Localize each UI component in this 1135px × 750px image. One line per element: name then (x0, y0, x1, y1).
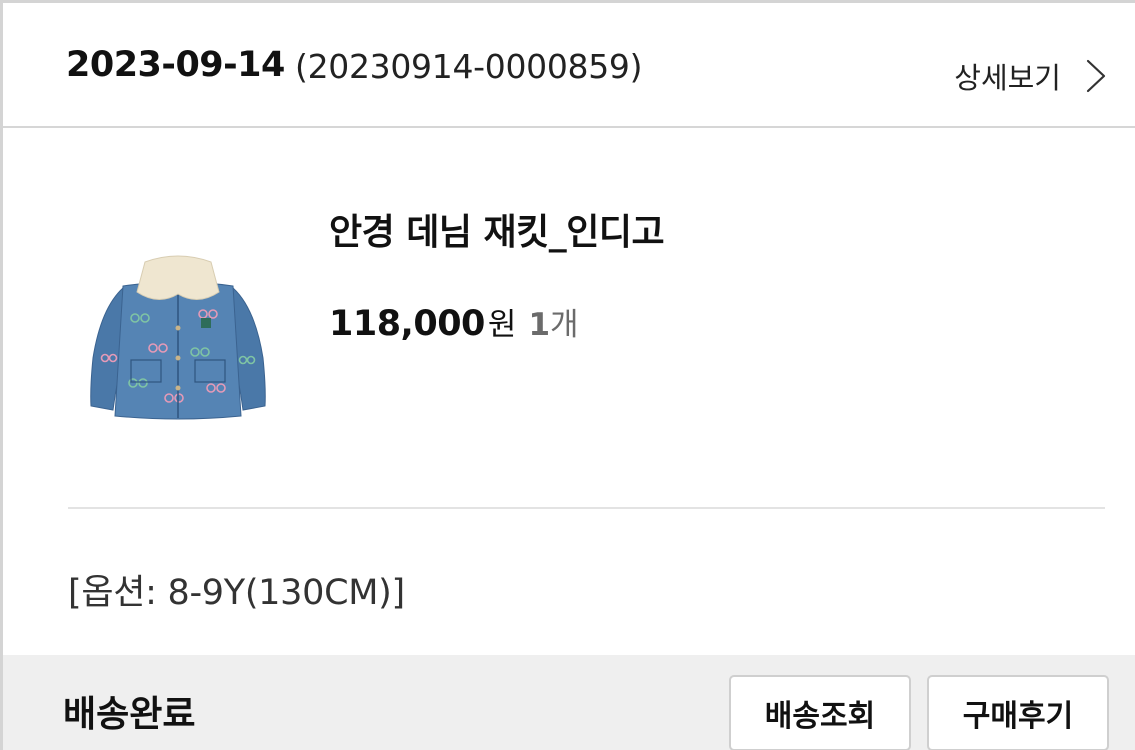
track-delivery-button[interactable]: 배송조회 (729, 675, 911, 750)
price-quantity: 118,000 원 1 개 (329, 299, 579, 344)
order-date: 2023-09-14 (66, 45, 285, 85)
product-option: [옵션: 8-9Y(130CM)] (68, 573, 405, 613)
quantity-unit: 개 (550, 307, 579, 343)
chevron-right-icon (1086, 59, 1106, 93)
price-currency: 원 (487, 307, 517, 343)
write-review-button[interactable]: 구매후기 (927, 675, 1109, 750)
delivery-status: 배송완료 (63, 694, 196, 735)
order-card: 2023-09-14 (20230914-0000859) 상세보기 안경 데님… (0, 0, 1135, 750)
product-quantity: 1 (528, 307, 551, 343)
product-price: 118,000 (329, 304, 485, 344)
product-image[interactable] (83, 248, 273, 423)
order-header: 2023-09-14 (20230914-0000859) 상세보기 (3, 3, 1135, 128)
view-details-link[interactable]: 상세보기 (954, 55, 1107, 97)
status-bar: 배송완료 배송조회 구매후기 (3, 655, 1135, 750)
order-number: (20230914-0000859) (295, 47, 643, 86)
divider (68, 507, 1105, 509)
view-details-label: 상세보기 (954, 61, 1061, 95)
product-name[interactable]: 안경 데님 재킷_인디고 (329, 203, 665, 255)
